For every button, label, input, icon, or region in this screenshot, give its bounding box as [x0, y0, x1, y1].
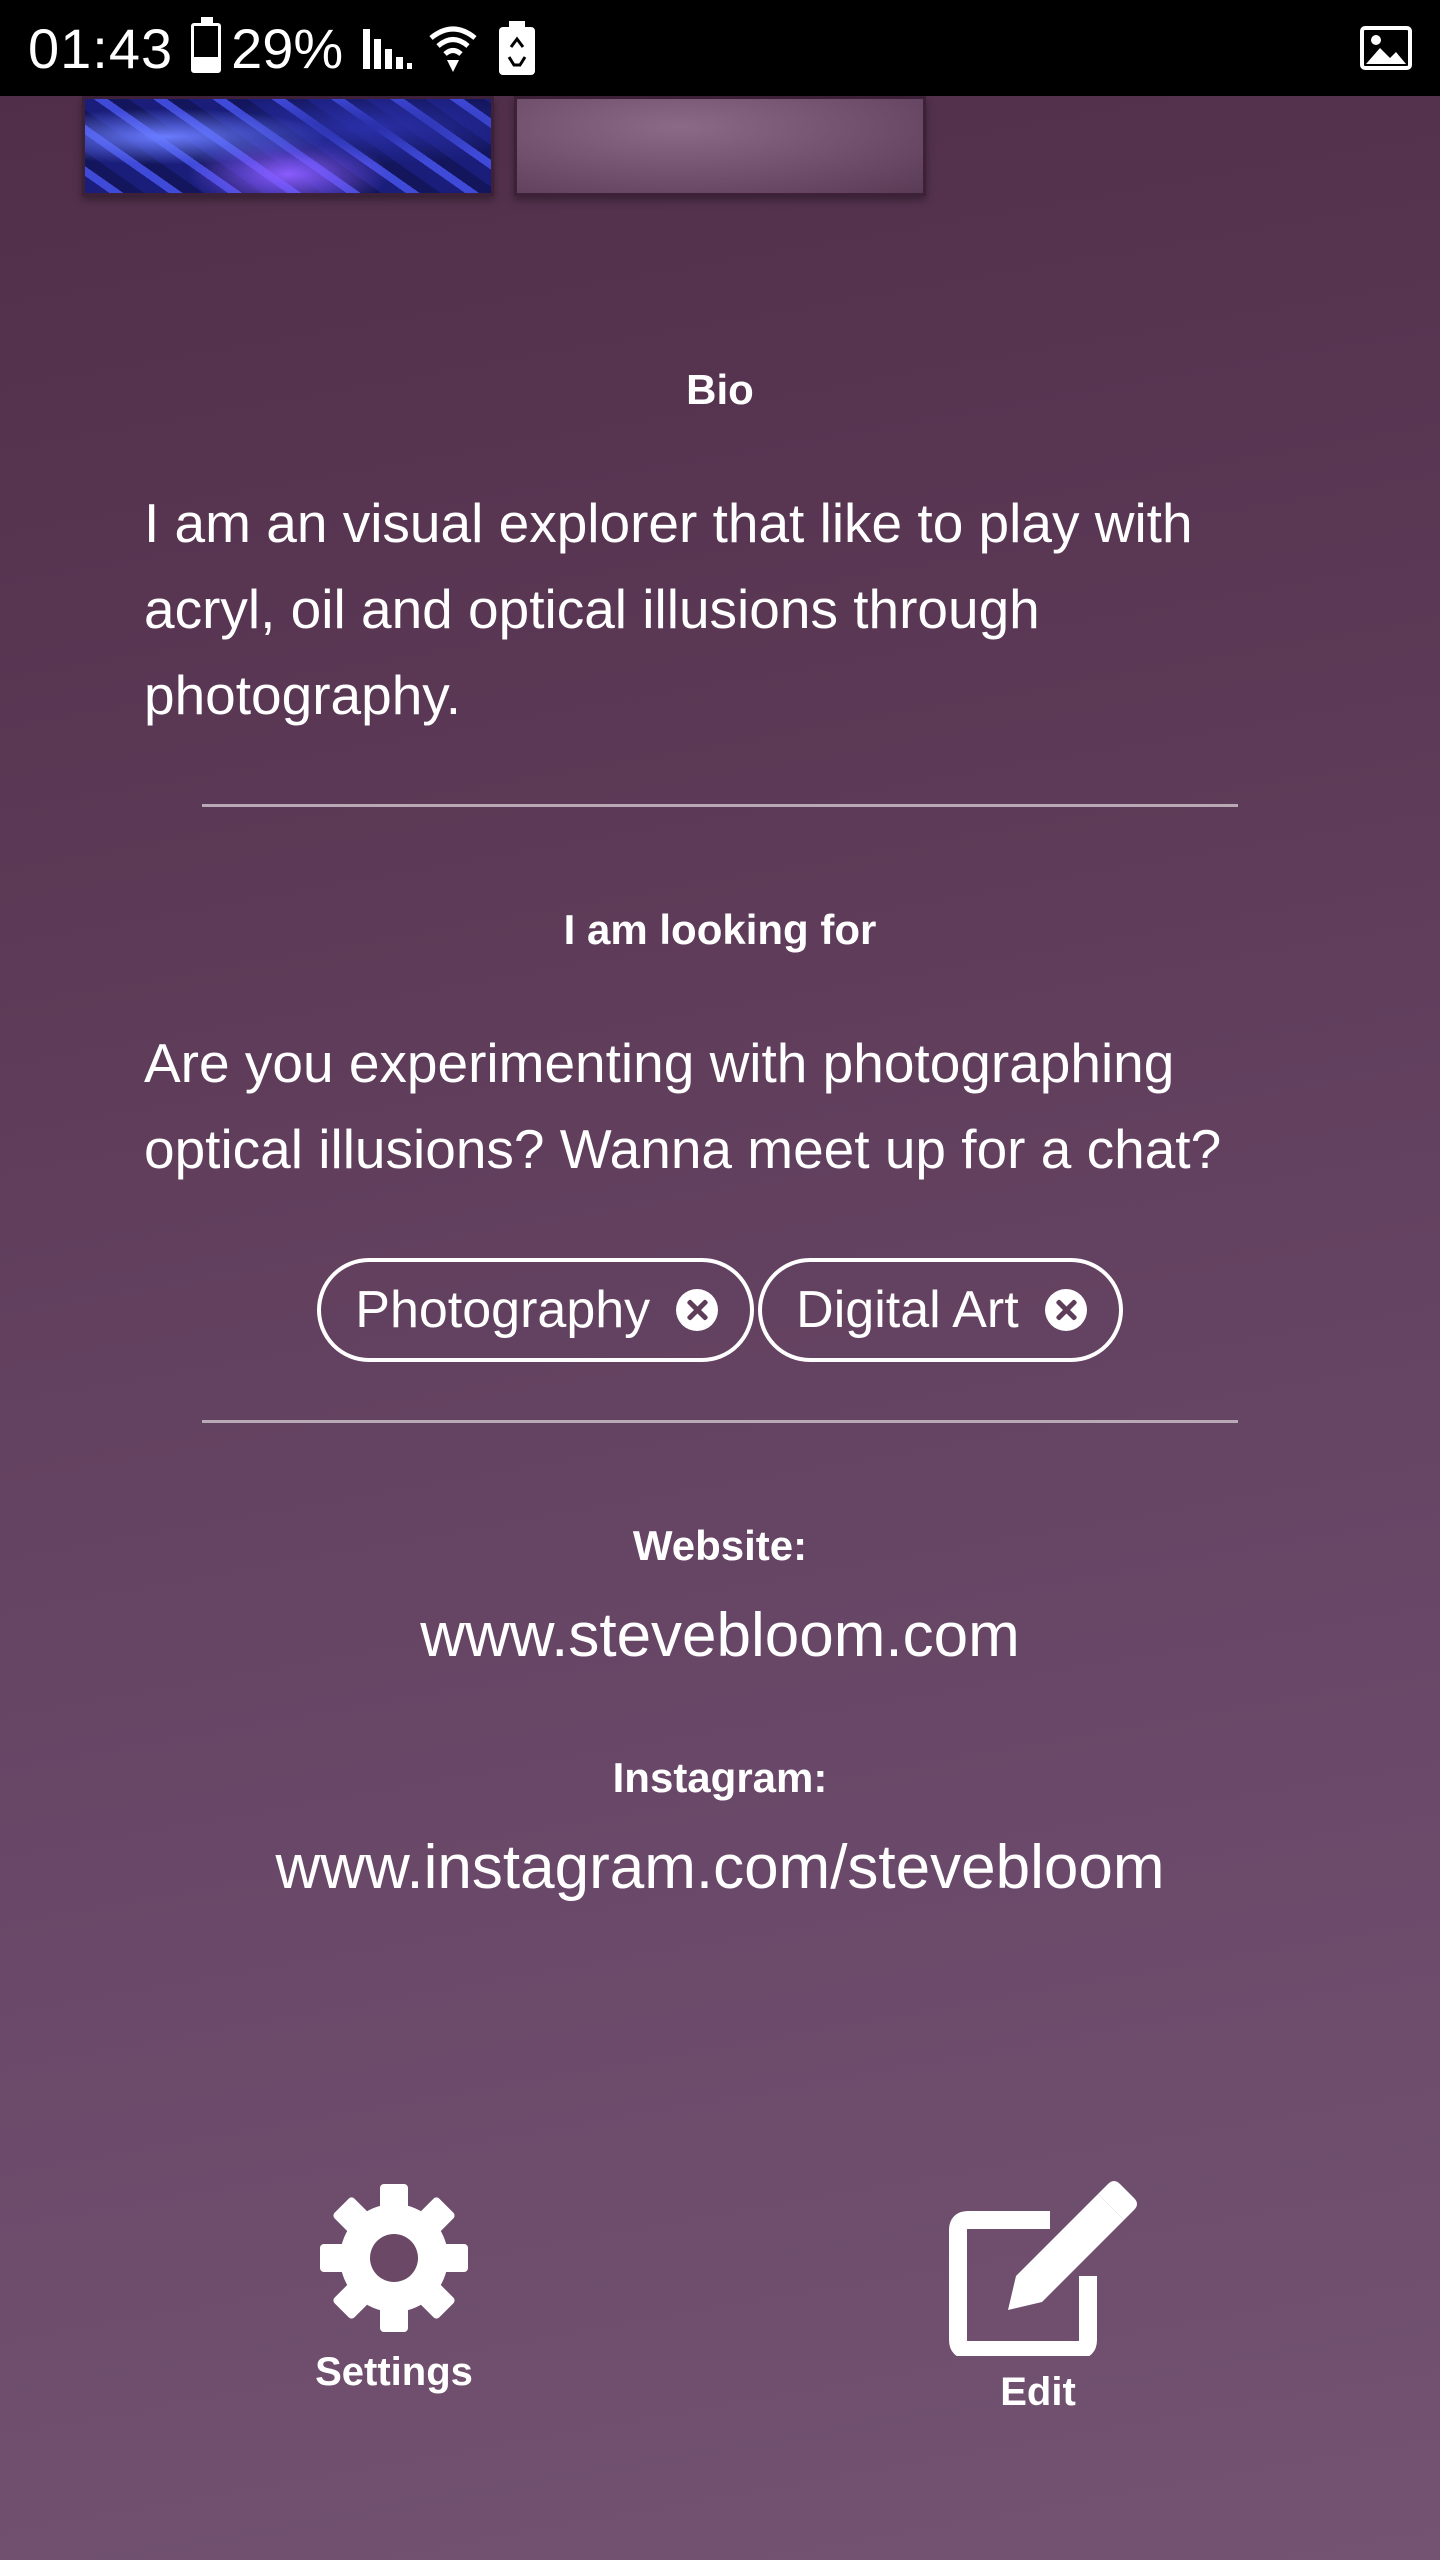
looking-for-heading: I am looking for [563, 906, 877, 953]
recycle-icon [499, 21, 536, 75]
website-label: Website: [632, 1522, 808, 1569]
wifi-icon [429, 26, 477, 72]
tag-chip-digital-art[interactable]: Digital Art [758, 1258, 1123, 1362]
edit-icon [949, 2181, 1137, 2356]
gear-icon [320, 2184, 468, 2332]
settings-button[interactable]: Settings [234, 2180, 554, 2395]
tag-label: Photography [355, 1281, 651, 1339]
status-time: 01:43 [28, 16, 174, 80]
battery-percent: 29% [231, 16, 344, 80]
edit-button[interactable]: Edit [878, 2180, 1198, 2415]
divider [202, 1420, 1238, 1423]
instagram-label: Instagram: [612, 1754, 828, 1801]
status-bar: 01:43 29% [0, 0, 1440, 96]
tag-list: Photography Digital Art [0, 1258, 1440, 1362]
purple-thumbnail[interactable] [514, 96, 926, 196]
bio-text: I am an visual explorer that like to pla… [144, 492, 1193, 726]
settings-label: Settings [315, 2350, 473, 2394]
battery-icon [191, 17, 222, 73]
divider [202, 804, 1238, 807]
looking-for-text: Are you experimenting with photographing… [144, 1032, 1222, 1180]
edit-label: Edit [1000, 2370, 1076, 2414]
painting-thumbnail[interactable] [82, 96, 494, 196]
remove-tag-icon[interactable] [676, 1289, 719, 1331]
tag-label: Digital Art [796, 1281, 1019, 1339]
tag-chip-photography[interactable]: Photography [317, 1258, 755, 1362]
remove-tag-icon[interactable] [1044, 1289, 1087, 1331]
bio-heading: Bio [686, 366, 754, 413]
signal-icon [363, 29, 413, 69]
website-link[interactable]: www.stevebloom.com [0, 1600, 1440, 1671]
image-icon [1360, 26, 1412, 70]
instagram-link[interactable]: www.instagram.com/stevebloom [0, 1832, 1440, 1903]
